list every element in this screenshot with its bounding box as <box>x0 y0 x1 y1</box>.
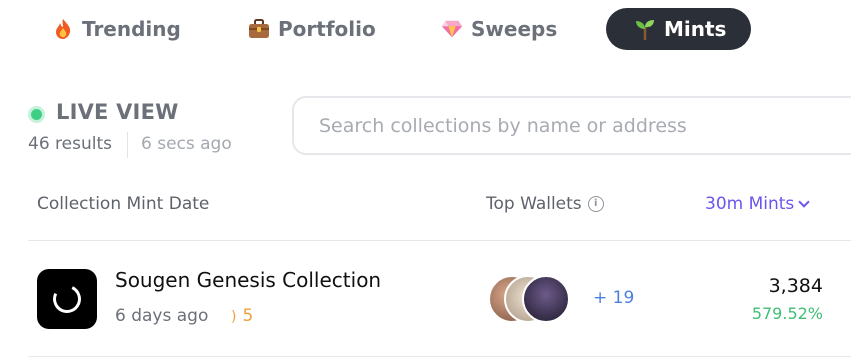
mint-change-percent: 579.52% <box>751 304 823 323</box>
tab-label: Sweeps <box>471 17 558 41</box>
table-row[interactable]: Sougen Genesis Collection 6 days ago ) 5 … <box>28 242 851 357</box>
column-header-label: 30m Mints <box>705 194 795 214</box>
tab-mints[interactable]: Mints <box>606 8 751 50</box>
top-wallet-avatars[interactable] <box>488 275 578 323</box>
collection-name[interactable]: Sougen Genesis Collection <box>115 268 381 292</box>
sprout-icon <box>634 18 656 40</box>
search-box[interactable] <box>292 96 851 155</box>
mint-count: 3,384 <box>768 275 823 297</box>
briefcase-icon <box>248 18 270 40</box>
divider <box>127 132 128 158</box>
chevron-down-icon <box>798 196 810 208</box>
search-input[interactable] <box>319 112 839 140</box>
table-divider <box>28 240 851 241</box>
mint-date: 6 days ago <box>115 306 209 326</box>
tab-portfolio[interactable]: Portfolio <box>248 8 376 50</box>
table-divider <box>28 356 851 357</box>
column-header-collection[interactable]: Collection Mint Date <box>37 194 209 214</box>
fire-icon <box>52 18 74 40</box>
streak-badge: ) 5 <box>231 306 253 326</box>
live-indicator-icon <box>28 106 45 123</box>
tab-bar: Trending Portfolio Sweeps Mints <box>0 8 851 50</box>
info-icon[interactable]: i <box>587 196 604 212</box>
column-header-top-wallets: Top Wallets i <box>486 194 604 214</box>
avatar[interactable] <box>522 275 570 323</box>
gem-icon <box>441 18 463 40</box>
tab-label: Trending <box>82 17 181 41</box>
results-count: 46 results <box>28 134 112 154</box>
column-header-mints-sort[interactable]: 30m Mints <box>705 194 810 214</box>
streak-icon: ) <box>231 309 237 325</box>
column-header-label: Top Wallets <box>486 194 582 214</box>
tab-label: Mints <box>664 17 727 41</box>
streak-count: 5 <box>242 306 254 326</box>
live-view-title: LIVE VIEW <box>56 100 179 124</box>
last-updated: 6 secs ago <box>141 134 232 154</box>
collection-thumbnail <box>37 269 97 329</box>
collection-logo-icon <box>49 281 85 317</box>
tab-trending[interactable]: Trending <box>52 8 181 50</box>
tab-sweeps[interactable]: Sweeps <box>441 8 557 50</box>
tab-label: Portfolio <box>278 17 376 41</box>
more-wallets-link[interactable]: + 19 <box>593 288 634 308</box>
